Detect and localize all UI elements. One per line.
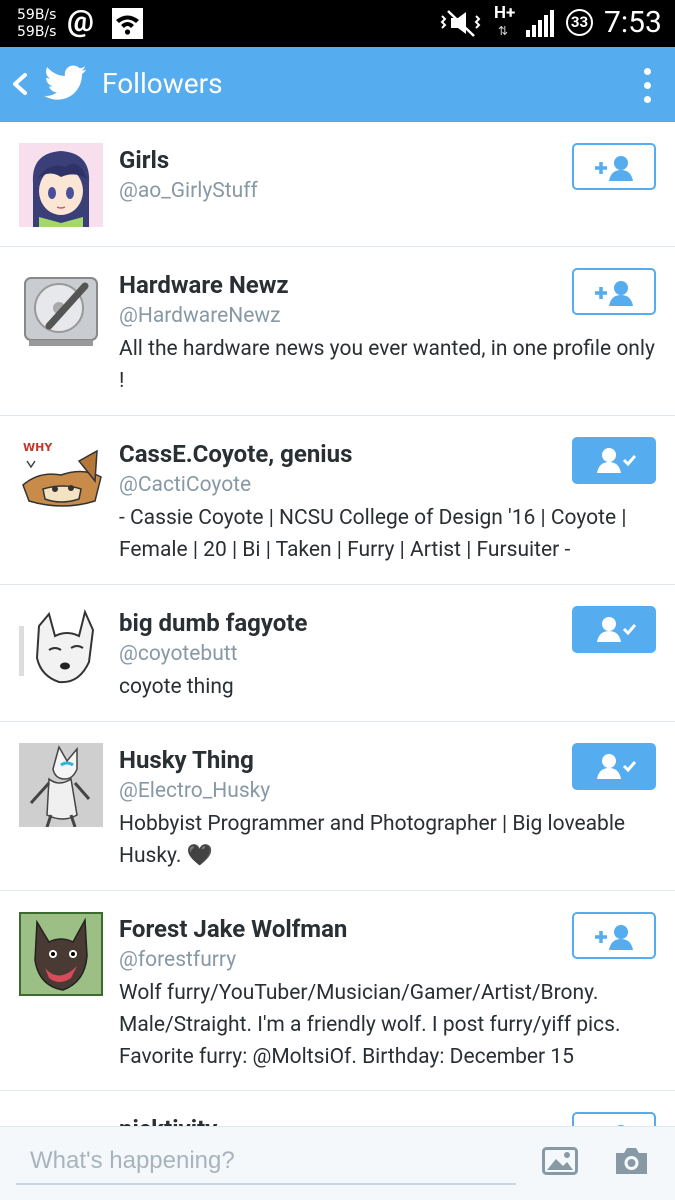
follower-bio: coyote thing [119,675,234,699]
follower-handle: @Electro_Husky [119,779,271,803]
image-icon[interactable] [542,1147,578,1175]
following-button[interactable] [572,743,656,790]
wolf-cartoon-avatar[interactable] [19,912,103,996]
at-icon: @ [67,4,94,39]
follow-button[interactable] [572,268,656,315]
follower-bio: - Cassie Coyote | NCSU College of Design… [119,506,627,562]
network-type: H+ [494,3,516,23]
follower-name[interactable]: Hardware Newz [119,269,289,301]
follower-handle: @HardwareNewz [119,304,281,328]
follower-name[interactable]: Forest Jake Wolfman [119,913,347,945]
follower-name[interactable]: Husky Thing [119,744,254,776]
follower-handle: @CactiCoyote [119,473,252,497]
user-check-icon [597,754,637,779]
following-button[interactable] [572,437,656,484]
coyote-cartoon-avatar[interactable]: WHY [19,437,103,521]
hard-drive-avatar[interactable] [19,268,103,352]
network-speed: 59B/s 59B/s [17,7,56,41]
mute-vibrate-icon [440,10,481,37]
followers-list: Girls @ao_GirlyStuff Hardware Newz @Hard… [0,122,675,1126]
follower-name[interactable]: Girls [119,144,169,176]
follower-row[interactable]: nicktivity [0,1091,675,1126]
twitter-bird-icon [45,65,87,100]
user-check-icon [597,448,637,473]
dark-avatar[interactable] [19,1112,103,1126]
user-check-icon [597,617,637,642]
overflow-menu-icon[interactable] [636,65,660,105]
wolf-sketch-avatar[interactable] [19,606,103,690]
follower-name[interactable]: nicktivity [119,1113,217,1126]
compose-bar [0,1126,675,1200]
app-bar: Followers [0,47,675,122]
follower-row[interactable]: Hardware Newz @HardwareNewz All the hard… [0,247,675,416]
camera-icon[interactable] [613,1145,650,1177]
follower-row[interactable]: Forest Jake Wolfman @forestfurry Wolf fu… [0,891,675,1091]
add-user-icon [595,281,633,306]
following-button[interactable] [572,606,656,653]
page-title: Followers [102,67,223,100]
follower-handle: @coyotebutt [119,642,238,666]
signal-icon [526,10,554,37]
add-user-icon [595,925,633,950]
follow-button[interactable] [572,143,656,190]
follower-bio: All the hardware news you ever wanted, i… [119,337,655,393]
chevron-left-icon[interactable] [8,67,32,101]
data-arrows-icon: ⇅ [498,24,509,38]
follower-bio: Hobbyist Programmer and Photographer | B… [119,812,626,868]
follower-bio: Wolf furry/YouTuber/Musician/Gamer/Artis… [119,981,621,1069]
download-speed: 59B/s [17,24,57,40]
follower-name[interactable]: CassE.Coyote, genius [119,438,352,470]
follower-handle: @forestfurry [119,948,237,972]
follower-row[interactable]: Husky Thing @Electro_Husky Hobbyist Prog… [0,722,675,891]
anime-girl-avatar[interactable] [19,143,103,227]
follower-name[interactable]: big dumb fagyote [119,607,307,639]
follower-row[interactable]: big dumb fagyote @coyotebutt coyote thin… [0,585,675,722]
follow-button[interactable] [572,912,656,959]
wifi-icon [112,8,143,39]
husky-drawing-avatar[interactable] [19,743,103,827]
status-bar: 59B/s 59B/s @ H+ ⇅ 33 7:53 [0,0,675,47]
avatar-lettering: WHY [23,441,53,454]
battery-icon: 33 [566,9,593,36]
follower-row[interactable]: Girls @ao_GirlyStuff [0,122,675,247]
follower-row[interactable]: WHY CassE.Coyote, genius @CactiCoyote - … [0,416,675,585]
clock: 7:53 [604,5,662,40]
compose-input[interactable] [16,1139,516,1185]
add-user-icon [595,156,633,181]
upload-speed: 59B/s [17,7,57,23]
follow-button[interactable] [572,1112,656,1126]
follower-handle: @ao_GirlyStuff [119,179,258,203]
